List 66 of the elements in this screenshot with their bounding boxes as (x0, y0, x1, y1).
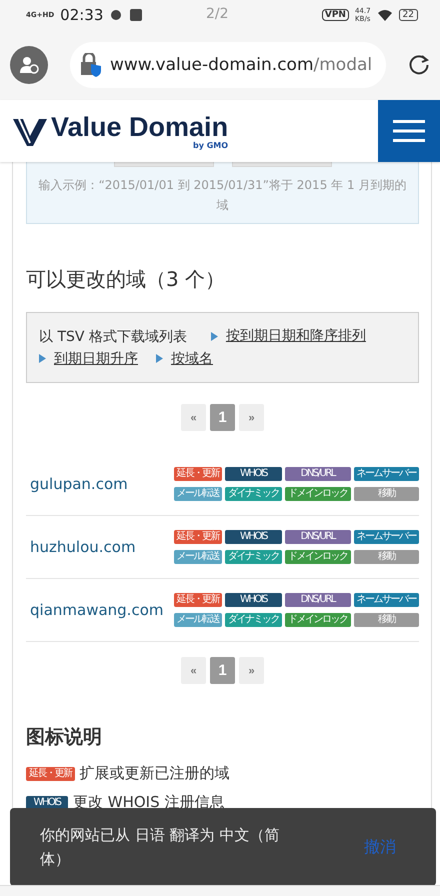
add-person-icon (19, 56, 39, 74)
page-button[interactable]: « (181, 657, 206, 684)
menu-icon (393, 119, 425, 143)
action-tag[interactable]: WHOIS (225, 593, 282, 607)
page-button[interactable]: 1 (210, 404, 235, 431)
download-label: 以 TSV 格式下载域列表 (39, 328, 187, 344)
url-host: www.value-domain.com (110, 55, 314, 75)
logo-subtitle: by GMO (193, 140, 228, 150)
action-tag[interactable]: ダイナミック (225, 550, 282, 564)
profile-button[interactable] (10, 46, 48, 84)
action-tag[interactable]: ダイナミック (225, 487, 282, 501)
battery-level: 22 (398, 9, 418, 21)
action-tag[interactable]: 移動 (354, 550, 419, 564)
sort-link[interactable]: 按到期日期和降序排列 (210, 325, 366, 347)
action-tag[interactable]: メール転送 (174, 487, 222, 501)
domain-link[interactable]: qianmawang.com (30, 601, 164, 619)
legend-text: 扩展或更新已注册的域 (80, 764, 230, 783)
logo-mark-icon (13, 116, 47, 146)
date-field[interactable] (232, 162, 332, 167)
date-field[interactable] (114, 162, 214, 167)
reload-icon[interactable] (408, 54, 430, 76)
lock-icon (80, 53, 102, 77)
page-button[interactable]: » (239, 657, 264, 684)
action-tag[interactable]: ネームサーバー (354, 593, 419, 607)
input-hint: 输入示例：“2015/01/01 到 2015/01/31”将于 2015 年 1 月到期的域 (38, 177, 408, 214)
vpn-indicator: VPN (322, 9, 349, 21)
action-tag[interactable]: 延長・更新 (174, 467, 222, 481)
legend-tag: 延長・更新 (26, 766, 74, 780)
toast-message: 你的网站已从 日语 翻译为 中文（简体） (40, 825, 280, 870)
url-path: /modal (314, 55, 372, 75)
wifi-icon (376, 9, 393, 21)
action-tag[interactable]: 延長・更新 (174, 593, 222, 607)
clock-time: 02:33 (60, 6, 104, 24)
action-tag[interactable]: ドメインロック (285, 613, 350, 627)
page-button[interactable]: » (239, 404, 264, 431)
action-tag[interactable]: WHOIS (225, 530, 282, 544)
triangle-icon (156, 354, 163, 363)
action-tag[interactable]: DNS/URL (285, 467, 350, 481)
domain-link[interactable]: gulupan.com (30, 475, 128, 493)
action-tag[interactable]: WHOIS (225, 467, 282, 481)
page-button[interactable]: 1 (210, 657, 235, 684)
sort-link[interactable]: 按域名 (156, 348, 213, 370)
action-tag[interactable]: ネームサーバー (354, 530, 419, 544)
action-tag[interactable]: ネームサーバー (354, 467, 419, 481)
action-tag[interactable]: DNS/URL (285, 530, 350, 544)
action-tag[interactable]: 移動 (354, 613, 419, 627)
action-tag[interactable]: 延長・更新 (174, 530, 222, 544)
action-tag[interactable]: 移動 (354, 487, 419, 501)
page-indicator: 2/2 (206, 6, 229, 22)
action-tag[interactable]: ダイナミック (225, 613, 282, 627)
action-tag[interactable]: ドメインロック (285, 550, 350, 564)
site-logo[interactable]: Value Domain (51, 112, 228, 140)
action-tag[interactable]: DNS/URL (285, 593, 350, 607)
sort-link[interactable]: 到期日期升序 (39, 348, 138, 370)
action-tag[interactable]: ドメインロック (285, 487, 350, 501)
triangle-icon (39, 354, 46, 363)
page-button[interactable]: « (181, 404, 206, 431)
domain-link[interactable]: huzhulou.com (30, 538, 136, 556)
action-tag[interactable]: メール転送 (174, 613, 222, 627)
triangle-icon (210, 332, 218, 340)
menu-button[interactable] (378, 100, 440, 162)
address-bar[interactable]: www.value-domain.com/modal (70, 42, 386, 88)
section-heading: 可以更改的域（3 个） (26, 266, 226, 293)
action-tag[interactable]: メール転送 (174, 550, 222, 564)
legend-tag: WHOIS (26, 796, 68, 810)
legend-heading: 图标说明 (26, 725, 103, 750)
